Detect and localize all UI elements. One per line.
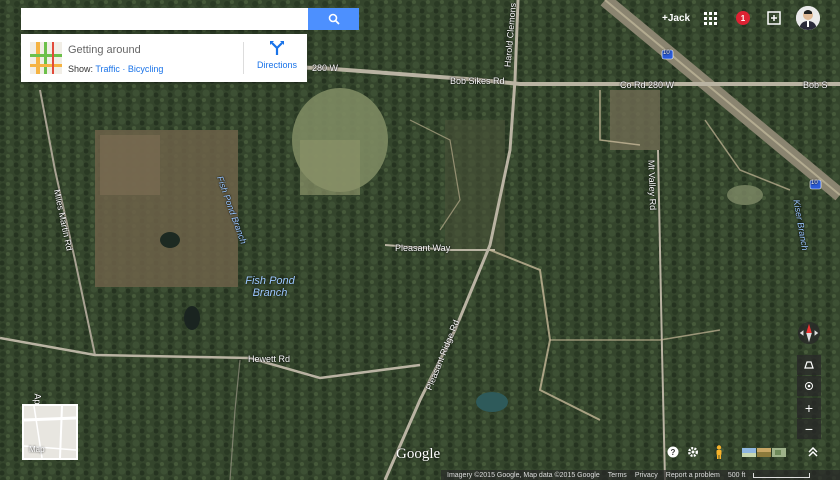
road-label-280w: 280 W [312, 63, 339, 73]
road-label-co-rd-280w: Co Rd 280 W [620, 80, 675, 90]
bicycling-link[interactable]: Bicycling [128, 64, 164, 74]
terms-link[interactable]: Terms [608, 472, 627, 479]
search-box[interactable] [21, 8, 308, 30]
tilt-button[interactable] [797, 355, 821, 375]
bottom-toolbar: ? [666, 440, 820, 464]
road-label-bob-s: Bob S [803, 80, 828, 90]
notification-count-badge: 1 [736, 11, 750, 25]
directions-button[interactable]: Directions [249, 40, 305, 70]
search-input[interactable] [21, 8, 308, 30]
apps-button[interactable] [704, 8, 717, 28]
scale-bar [753, 472, 811, 478]
pegman-button[interactable] [712, 445, 726, 459]
plus-icon: + [804, 400, 814, 416]
compass-icon [797, 321, 821, 345]
road-label-mt-valley: Mt Valley Rd [646, 159, 659, 211]
minus-icon: − [804, 421, 814, 437]
svg-text:?: ? [671, 448, 676, 457]
road-label-ap: Ap [32, 393, 43, 405]
traffic-link[interactable]: Traffic [95, 64, 120, 74]
link-separator: · [122, 64, 126, 74]
my-location-button[interactable] [797, 376, 821, 396]
privacy-link[interactable]: Privacy [635, 472, 658, 479]
layer-thumb-1-icon [742, 447, 756, 457]
notifications-button[interactable]: 1 [736, 8, 750, 28]
avatar-icon [796, 6, 820, 30]
show-options: Show: Traffic · Bicycling [68, 64, 163, 74]
show-label: Show: [68, 64, 94, 74]
map-footer: Imagery ©2015 Google, Map data ©2015 Goo… [441, 470, 840, 480]
search-icon [328, 13, 340, 25]
expand-button[interactable] [806, 445, 820, 459]
attribution-text: Imagery ©2015 Google, Map data ©2015 Goo… [447, 471, 600, 479]
help-button[interactable]: ? [666, 445, 680, 459]
directions-label: Directions [256, 60, 297, 70]
interstate-number-north: 10 [663, 50, 670, 56]
imagery-layers[interactable] [742, 447, 786, 457]
layer-thumb-2-icon [757, 447, 771, 457]
interstate-number-south: 10 [811, 180, 818, 186]
layer-thumb-3-icon [772, 447, 786, 457]
search-button[interactable] [308, 8, 359, 30]
compass-button[interactable] [797, 320, 821, 346]
water-label-fish-pond-branch: Fish Pond Branch [245, 275, 295, 299]
my-location-icon [805, 382, 813, 390]
help-icon: ? [667, 446, 679, 458]
road-label-pleasant-way: Pleasant Way [395, 243, 451, 253]
card-divider [243, 42, 244, 74]
report-problem-link[interactable]: Report a problem [666, 472, 720, 479]
gear-icon [688, 447, 698, 457]
road-label-hewett: Hewett Rd [248, 354, 291, 364]
road-label-bob-sikes: Bob Sikes Rd [450, 76, 505, 86]
apps-grid-icon [704, 11, 717, 25]
getting-around-card: Getting around Show: Traffic · Bicycling… [21, 34, 307, 82]
chevron-up-double-icon [808, 446, 818, 457]
user-avatar[interactable] [796, 6, 820, 30]
minimap-label: Map [29, 445, 45, 454]
user-plus-link[interactable]: +Jack [662, 8, 690, 28]
directions-icon [270, 41, 284, 55]
scale-label[interactable]: 500 ft [728, 472, 746, 479]
zoom-in-button[interactable]: + [797, 398, 821, 418]
google-logo: Google [396, 446, 441, 462]
getting-around-title: Getting around [68, 44, 141, 56]
traffic-map-thumbnail-icon [30, 42, 62, 74]
add-post-icon [767, 11, 781, 25]
map-view-toggle[interactable]: Map [22, 404, 78, 460]
tilt-icon [804, 361, 814, 369]
pegman-icon [716, 445, 722, 459]
settings-button[interactable] [686, 445, 700, 459]
share-button[interactable] [767, 8, 781, 28]
zoom-out-button[interactable]: − [797, 419, 821, 439]
